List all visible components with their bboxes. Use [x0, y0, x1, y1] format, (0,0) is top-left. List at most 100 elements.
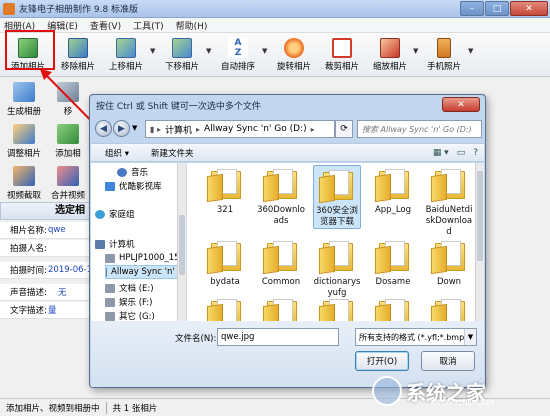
selected-photo-header: 选定相	[0, 202, 92, 220]
nav-item-drive-f[interactable]: 娱乐 (F:)	[105, 295, 152, 309]
nav-scrollbar[interactable]	[177, 163, 186, 321]
main-toolbar: 添加相片 移除相片 上移相片 ▼ 下移相片 ▼ AZ 自动排序 ▼ 旋转相片 裁…	[0, 33, 550, 77]
auto-sort-button[interactable]: AZ 自动排序	[214, 36, 262, 74]
cancel-button[interactable]: 取消	[421, 351, 475, 371]
folder-icon	[375, 299, 411, 333]
phone-dropdown-icon[interactable]: ▼	[468, 47, 473, 55]
file-type-select[interactable]: 所有支持的格式 (*.yfl;*.bmp;*.j ▼	[355, 328, 477, 346]
folder-item[interactable]: dictionarysyufg	[313, 237, 361, 299]
move-icon	[57, 82, 79, 102]
filename-input[interactable]: qwe.jpg	[217, 328, 339, 346]
breadcrumb-computer[interactable]: 计算机	[165, 123, 192, 136]
sort-dropdown-icon[interactable]: ▼	[262, 47, 267, 55]
folder-name: 360Downloads	[257, 205, 305, 226]
folder-item[interactable]: Dosame	[369, 237, 417, 288]
folder-item[interactable]	[425, 295, 473, 333]
music-icon	[117, 167, 127, 177]
folder-icon	[319, 241, 355, 275]
nav-scroll-thumb[interactable]	[179, 215, 185, 275]
folder-icon	[207, 299, 243, 333]
organize-button[interactable]: 组织 ▾	[105, 147, 129, 159]
files-scrollbar[interactable]	[475, 163, 484, 321]
watermark-logo-icon	[372, 376, 402, 406]
phone-photo-button[interactable]: 手机照片	[420, 36, 468, 74]
generate-album-button[interactable]: 生成相册	[2, 78, 46, 118]
chevron-down-icon: ▼	[464, 329, 476, 345]
resize-dropdown-icon[interactable]: ▼	[413, 47, 418, 55]
folder-item[interactable]	[313, 295, 361, 333]
menubar: 相册(A) 编辑(E) 查看(V) 工具(T) 帮助(H)	[0, 18, 550, 33]
folder-item[interactable]: BaiduNetdiskDownload	[425, 165, 473, 238]
new-folder-button[interactable]: 新建文件夹	[151, 147, 194, 159]
refresh-icon[interactable]: ⟳	[335, 120, 353, 138]
field-sound[interactable]: 声音描述: 无	[0, 284, 92, 301]
back-icon[interactable]: ◀	[95, 120, 112, 137]
nav-item-allway-drive[interactable]: Allway Sync 'n' G	[105, 265, 185, 279]
maximize-button[interactable]: □	[485, 1, 509, 16]
menu-tools[interactable]: 工具(T)	[133, 19, 164, 32]
folder-item[interactable]: 321	[201, 165, 249, 216]
nav-item-computer[interactable]: 计算机	[95, 237, 135, 251]
help-icon[interactable]: ?	[473, 148, 478, 158]
folder-item[interactable]: Down	[425, 237, 473, 288]
nav-item-printer-drive[interactable]: HPLJP1000_150	[105, 251, 185, 265]
field-photographer[interactable]: 拍摄人名:	[0, 240, 92, 257]
status-count: 共 1 张相片	[112, 403, 158, 414]
crop-icon	[332, 38, 352, 58]
minimize-button[interactable]: –	[460, 1, 484, 16]
move-up-dropdown-icon[interactable]: ▼	[150, 47, 155, 55]
resize-photo-button[interactable]: 缩放相片	[366, 36, 414, 74]
folder-item[interactable]: 360安全浏览器下载	[313, 165, 361, 229]
folder-icon	[319, 170, 355, 204]
folder-name: 360安全浏览器下载	[316, 206, 358, 227]
video-capture-button[interactable]: 视频截取	[2, 162, 46, 202]
history-dropdown-icon[interactable]: ▼	[132, 124, 137, 132]
nav-item-drive-e[interactable]: 文档 (E:)	[105, 281, 154, 295]
app-logo-icon	[3, 2, 15, 15]
path-input[interactable]: ▮ ▸ 计算机 ▸ Allway Sync 'n' Go (D:) ▸	[145, 120, 335, 138]
nav-item-video-library[interactable]: 优酷影视库	[105, 179, 162, 193]
forward-icon[interactable]: ▶	[113, 120, 130, 137]
folder-icon	[207, 169, 243, 203]
folder-item[interactable]: App_Log	[369, 165, 417, 216]
move-down-dropdown-icon[interactable]: ▼	[206, 47, 211, 55]
menu-help[interactable]: 帮助(H)	[176, 19, 208, 32]
app-title: 友锋电子相册制作 9.8 标准版	[19, 5, 139, 15]
add-button[interactable]: 添加相	[46, 120, 90, 160]
folder-item[interactable]	[257, 295, 305, 333]
move-button[interactable]: 移	[46, 78, 90, 118]
folder-item[interactable]	[369, 295, 417, 333]
nav-item-music[interactable]: 音乐	[117, 165, 148, 179]
nav-item-homegroup[interactable]: 家庭组	[95, 207, 135, 221]
folder-icon	[263, 169, 299, 203]
drive-icon	[106, 267, 108, 277]
open-button[interactable]: 打开(O)	[355, 351, 409, 371]
breadcrumb-drive[interactable]: Allway Sync 'n' Go (D:)	[204, 124, 307, 134]
merge-video-button[interactable]: 合并视频	[46, 162, 90, 202]
folder-name: Dosame	[375, 277, 411, 287]
crop-photo-button[interactable]: 裁剪相片	[318, 36, 366, 74]
preview-pane-icon[interactable]: ▭	[457, 148, 466, 158]
search-input[interactable]: 搜索 Allway Sync 'n' Go (D:)	[357, 120, 482, 138]
field-photo-name[interactable]: 相片名称: qwe	[0, 222, 92, 239]
chevron-right-icon: ▸	[195, 124, 200, 134]
adjust-photo-button[interactable]: 调整相片	[2, 120, 46, 160]
folder-item[interactable]: 360Downloads	[257, 165, 305, 227]
move-up-button[interactable]: 上移相片	[102, 36, 150, 74]
field-text[interactable]: 文字描述: 量	[0, 302, 92, 319]
nav-item-drive-g[interactable]: 其它 (G:)	[105, 309, 155, 321]
folder-item[interactable]	[201, 295, 249, 333]
files-scroll-thumb[interactable]	[477, 171, 483, 261]
view-options-icon[interactable]: ▦ ▾	[433, 148, 449, 158]
status-hint: 添加相片、视频到相册中	[6, 403, 100, 414]
dialog-close-button[interactable]: ✕	[442, 97, 480, 112]
field-shot-time[interactable]: 拍摄时间: 2019-06-19	[0, 262, 97, 279]
folder-item[interactable]: bydata	[201, 237, 249, 288]
folder-item[interactable]: Common	[257, 237, 305, 288]
remove-photo-button[interactable]: 移除相片	[54, 36, 102, 74]
move-down-button[interactable]: 下移相片	[158, 36, 206, 74]
menu-view[interactable]: 查看(V)	[90, 19, 121, 32]
rotate-photo-button[interactable]: 旋转相片	[270, 36, 318, 74]
navigation-pane: 音乐 优酷影视库 家庭组 计算机 HPLJP1000_150 Allway Sy…	[91, 163, 187, 321]
close-button[interactable]: ✕	[510, 1, 548, 16]
